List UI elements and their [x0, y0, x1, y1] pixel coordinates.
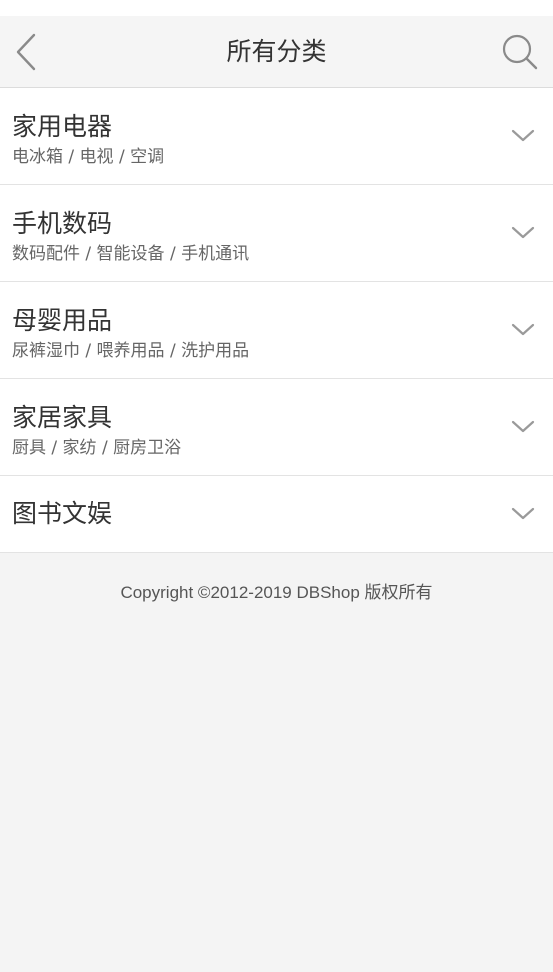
category-list: 家用电器 电冰箱 / 电视 / 空调 手机数码 数码配件 / 智能设备 / 手机…	[0, 88, 553, 553]
chevron-down-icon	[511, 129, 535, 142]
chevron-left-icon	[16, 33, 36, 71]
category-item[interactable]: 家居家具 厨具 / 家纺 / 厨房卫浴	[0, 379, 553, 476]
category-name: 家居家具	[12, 403, 113, 432]
category-name: 家用电器	[12, 112, 113, 141]
search-icon	[502, 34, 538, 70]
category-subtitle: 电冰箱 / 电视 / 空调	[12, 147, 165, 167]
category-subtitle: 数码配件 / 智能设备 / 手机通讯	[12, 244, 250, 264]
category-item[interactable]: 手机数码 数码配件 / 智能设备 / 手机通讯	[0, 185, 553, 282]
category-subtitle: 尿裤湿巾 / 喂养用品 / 洗护用品	[12, 341, 250, 361]
chevron-down-icon	[511, 323, 535, 336]
category-name: 母婴用品	[12, 306, 113, 335]
page-title: 所有分类	[226, 37, 327, 66]
header-bar: 所有分类	[0, 16, 553, 88]
status-strip	[0, 0, 553, 16]
category-name: 图书文娱	[12, 499, 113, 528]
category-name: 手机数码	[12, 209, 113, 238]
category-subtitle: 厨具 / 家纺 / 厨房卫浴	[12, 438, 182, 458]
category-item[interactable]: 母婴用品 尿裤湿巾 / 喂养用品 / 洗护用品	[0, 282, 553, 379]
category-item[interactable]: 图书文娱	[0, 476, 553, 553]
chevron-down-icon	[511, 420, 535, 433]
category-item[interactable]: 家用电器 电冰箱 / 电视 / 空调	[0, 88, 553, 185]
chevron-down-icon	[511, 507, 535, 520]
back-button[interactable]	[6, 28, 46, 76]
chevron-down-icon	[511, 226, 535, 239]
search-button[interactable]	[497, 29, 543, 75]
copyright-footer: Copyright ©2012-2019 DBShop 版权所有	[120, 583, 433, 602]
